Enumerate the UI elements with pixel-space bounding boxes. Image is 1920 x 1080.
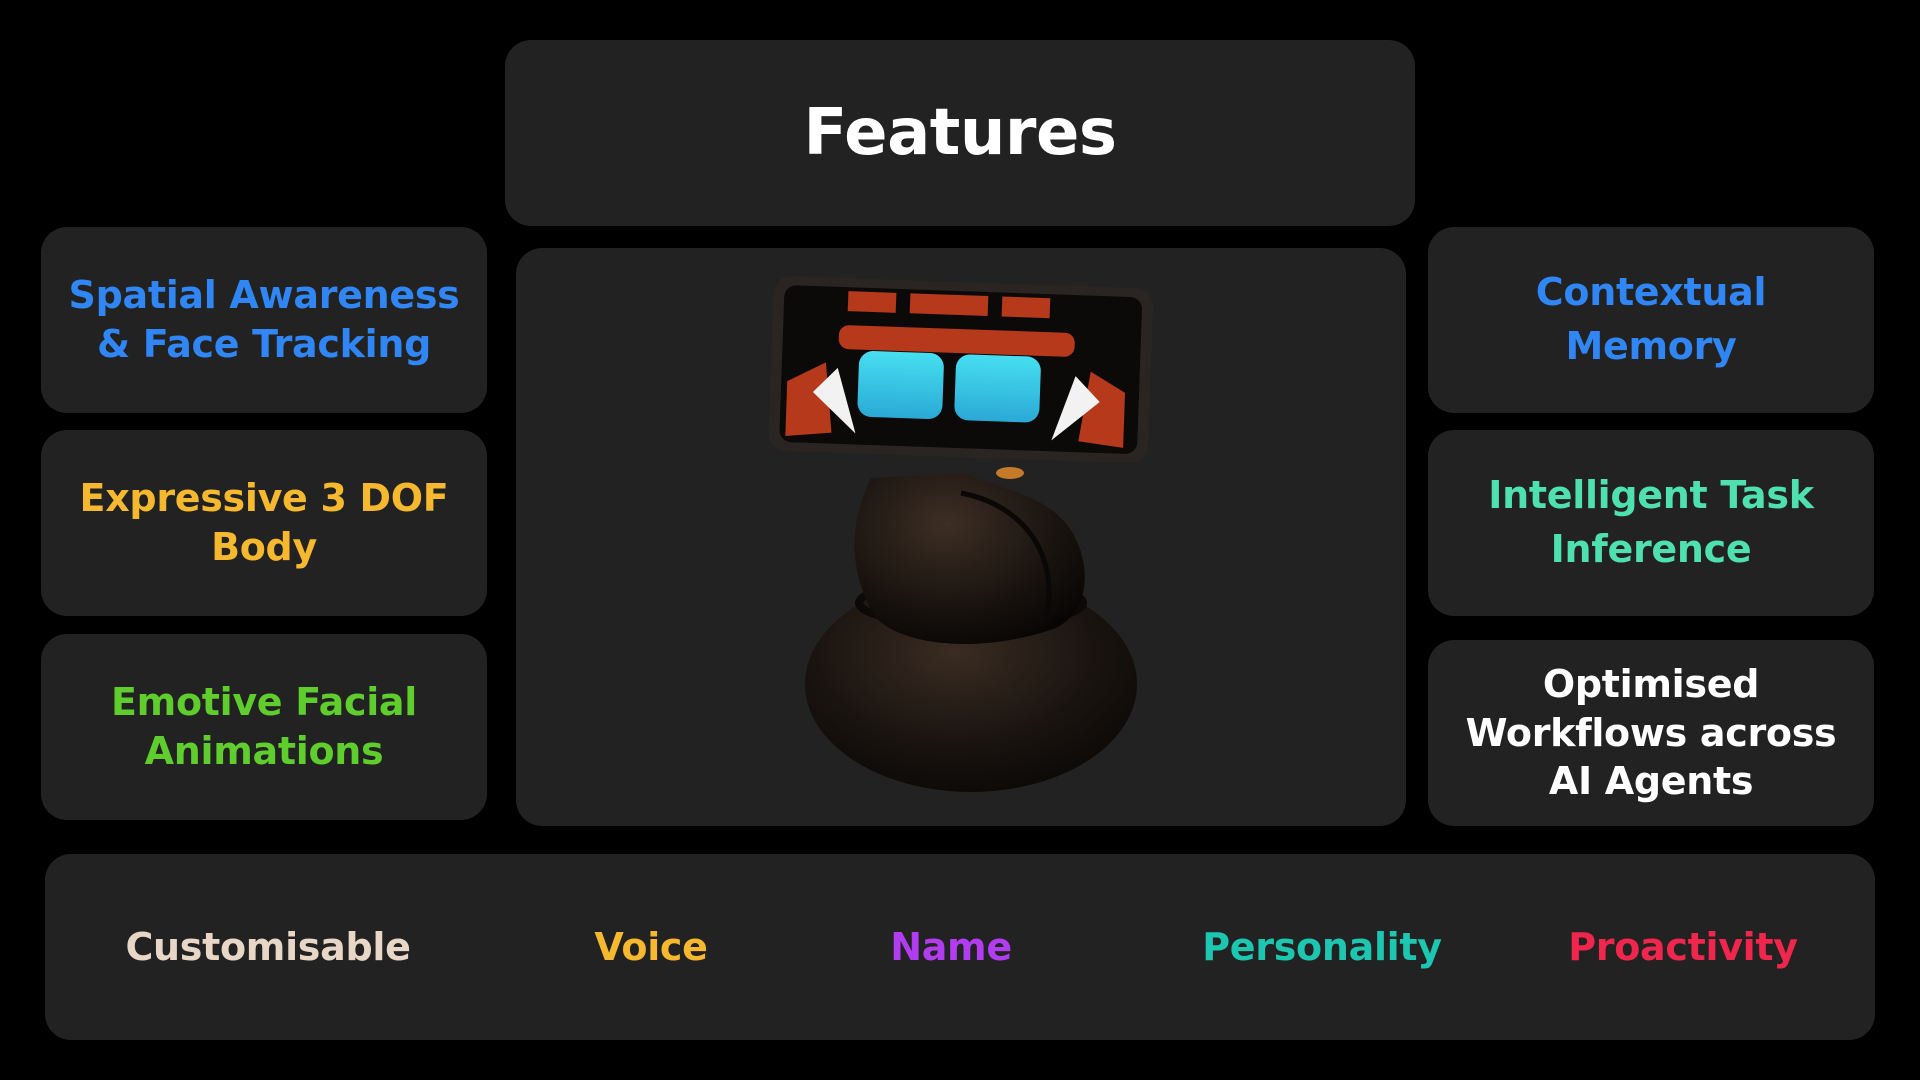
- feature-card-intelligent-task: Intelligent Task Inference: [1428, 430, 1874, 616]
- feature-line: Expressive 3 DOF: [79, 476, 449, 521]
- page-title: Features: [803, 96, 1117, 170]
- feature-line: Optimised: [1542, 662, 1760, 707]
- custom-option-voice: Voice: [594, 925, 708, 969]
- feature-line: Animations: [144, 729, 384, 773]
- feature-line: Memory: [1565, 324, 1737, 368]
- feature-line: AI Agents: [1548, 759, 1754, 804]
- title-card: Features: [505, 40, 1415, 226]
- robot-right-eye: [954, 354, 1041, 423]
- customisable-bar: Customisable Voice Name Personality Proa…: [45, 854, 1875, 1040]
- feature-intelligent-task: Intelligent Task Inference: [1488, 469, 1814, 577]
- feature-card-optimised-workflows: Optimised Workflows across AI Agents: [1428, 640, 1874, 826]
- feature-expressive-body: Expressive 3 DOF Body: [80, 474, 449, 571]
- feature-card-contextual-memory: Contextual Memory: [1428, 227, 1874, 413]
- robot-neck-glow: [996, 467, 1024, 479]
- feature-contextual-memory: Contextual Memory: [1535, 266, 1767, 374]
- custom-option-personality: Personality: [1202, 925, 1442, 969]
- feature-line: Spatial Awareness: [68, 273, 460, 318]
- feature-line: Contextual: [1535, 270, 1767, 315]
- robot-head-phone: [768, 276, 1154, 464]
- feature-line: Workflows across: [1465, 710, 1837, 755]
- customisable-label: Customisable: [125, 925, 411, 969]
- robot-neck: [854, 473, 1085, 645]
- custom-option-proactivity: Proactivity: [1568, 925, 1798, 969]
- feature-line: Body: [211, 525, 317, 569]
- robot-left-eye: [857, 351, 944, 420]
- feature-card-emotive-facial: Emotive Facial Animations: [41, 634, 487, 820]
- feature-line: & Face Tracking: [97, 322, 431, 366]
- feature-card-expressive-body: Expressive 3 DOF Body: [41, 430, 487, 616]
- robot-image: [768, 276, 1154, 792]
- feature-optimised-workflows: Optimised Workflows across AI Agents: [1466, 660, 1837, 806]
- robot-image-card: [516, 248, 1406, 826]
- feature-line: Inference: [1550, 527, 1752, 571]
- feature-card-spatial-awareness: Spatial Awareness & Face Tracking: [41, 227, 487, 413]
- feature-emotive-facial: Emotive Facial Animations: [111, 678, 417, 775]
- feature-spatial-awareness: Spatial Awareness & Face Tracking: [69, 271, 460, 368]
- custom-option-name: Name: [890, 925, 1012, 969]
- feature-line: Emotive Facial: [110, 680, 418, 725]
- feature-line: Intelligent Task: [1488, 473, 1814, 518]
